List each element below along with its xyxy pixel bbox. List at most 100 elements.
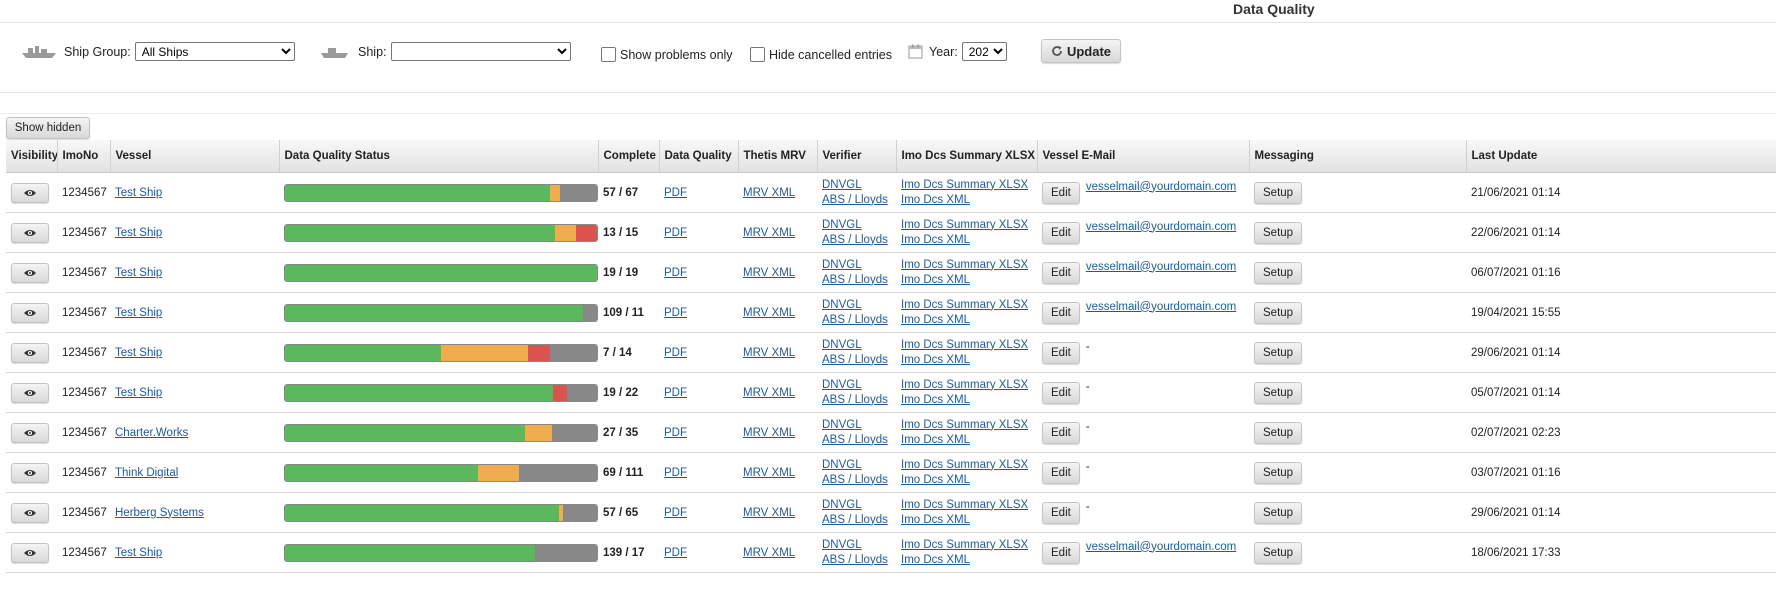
verifier-abs-lloyds-link[interactable]: ABS / Lloyds [822,554,888,566]
verifier-abs-lloyds-link[interactable]: ABS / Lloyds [822,234,888,246]
messaging-setup-button[interactable]: Setup [1254,421,1303,444]
pdf-link[interactable]: PDF [664,387,687,399]
visibility-toggle-button[interactable] [11,262,49,283]
imo-dcs-xml-link[interactable]: Imo Dcs XML [901,234,970,246]
imo-dcs-xml-link[interactable]: Imo Dcs XML [901,434,970,446]
column-header[interactable]: Complete [598,140,660,173]
ship-group-select[interactable]: All Ships [134,42,295,61]
edit-email-button[interactable]: Edit [1042,501,1080,524]
imo-dcs-xlsx-link[interactable]: Imo Dcs Summary XLSX [901,219,1028,231]
visibility-toggle-button[interactable] [11,542,49,563]
imo-dcs-xml-link[interactable]: Imo Dcs XML [901,474,970,486]
vessel-email-link[interactable]: vesselmail@yourdomain.com [1086,301,1236,313]
vessel-link[interactable]: Test Ship [115,547,162,559]
edit-email-button[interactable]: Edit [1042,421,1080,444]
show-problems-checkbox[interactable] [601,47,616,62]
visibility-toggle-button[interactable] [11,462,49,483]
messaging-setup-button[interactable]: Setup [1254,541,1303,564]
column-header[interactable]: Vessel E-Mail [1037,140,1250,173]
imo-dcs-xml-link[interactable]: Imo Dcs XML [901,194,970,206]
edit-email-button[interactable]: Edit [1042,181,1080,204]
verifier-abs-lloyds-link[interactable]: ABS / Lloyds [822,354,888,366]
mrv-xml-link[interactable]: MRV XML [743,467,795,479]
vessel-email-link[interactable]: vesselmail@yourdomain.com [1086,261,1236,273]
verifier-abs-lloyds-link[interactable]: ABS / Lloyds [822,514,888,526]
vessel-link[interactable]: Test Ship [115,227,162,239]
verifier-abs-lloyds-link[interactable]: ABS / Lloyds [822,474,888,486]
pdf-link[interactable]: PDF [664,467,687,479]
imo-dcs-xlsx-link[interactable]: Imo Dcs Summary XLSX [901,299,1028,311]
column-header[interactable]: Data Quality Status [279,140,599,173]
imo-dcs-xml-link[interactable]: Imo Dcs XML [901,554,970,566]
imo-dcs-xlsx-link[interactable]: Imo Dcs Summary XLSX [901,259,1028,271]
show-hidden-button[interactable]: Show hidden [6,117,90,139]
verifier-dnvgl-link[interactable]: DNVGL [822,339,862,351]
vessel-link[interactable]: Herberg Systems [115,507,204,519]
show-problems-filter[interactable]: Show problems only [601,47,733,62]
vessel-email-link[interactable]: vesselmail@yourdomain.com [1086,181,1236,193]
imo-dcs-xlsx-link[interactable]: Imo Dcs Summary XLSX [901,179,1028,191]
vessel-email-link[interactable]: vesselmail@yourdomain.com [1086,221,1236,233]
imo-dcs-xml-link[interactable]: Imo Dcs XML [901,394,970,406]
column-header[interactable]: Visibility [6,140,58,173]
imo-dcs-xml-link[interactable]: Imo Dcs XML [901,314,970,326]
verifier-dnvgl-link[interactable]: DNVGL [822,539,862,551]
verifier-dnvgl-link[interactable]: DNVGL [822,179,862,191]
verifier-abs-lloyds-link[interactable]: ABS / Lloyds [822,394,888,406]
mrv-xml-link[interactable]: MRV XML [743,347,795,359]
update-button[interactable]: Update [1041,39,1121,63]
messaging-setup-button[interactable]: Setup [1254,501,1303,524]
messaging-setup-button[interactable]: Setup [1254,301,1303,324]
mrv-xml-link[interactable]: MRV XML [743,427,795,439]
pdf-link[interactable]: PDF [664,507,687,519]
edit-email-button[interactable]: Edit [1042,341,1080,364]
vessel-link[interactable]: Test Ship [115,267,162,279]
imo-dcs-xlsx-link[interactable]: Imo Dcs Summary XLSX [901,539,1028,551]
messaging-setup-button[interactable]: Setup [1254,461,1303,484]
messaging-setup-button[interactable]: Setup [1254,261,1303,284]
mrv-xml-link[interactable]: MRV XML [743,187,795,199]
verifier-dnvgl-link[interactable]: DNVGL [822,379,862,391]
edit-email-button[interactable]: Edit [1042,221,1080,244]
mrv-xml-link[interactable]: MRV XML [743,267,795,279]
edit-email-button[interactable]: Edit [1042,301,1080,324]
verifier-abs-lloyds-link[interactable]: ABS / Lloyds [822,434,888,446]
vessel-link[interactable]: Test Ship [115,387,162,399]
verifier-dnvgl-link[interactable]: DNVGL [822,219,862,231]
messaging-setup-button[interactable]: Setup [1254,381,1303,404]
imo-dcs-xlsx-link[interactable]: Imo Dcs Summary XLSX [901,419,1028,431]
mrv-xml-link[interactable]: MRV XML [743,547,795,559]
imo-dcs-xml-link[interactable]: Imo Dcs XML [901,274,970,286]
edit-email-button[interactable]: Edit [1042,461,1080,484]
mrv-xml-link[interactable]: MRV XML [743,227,795,239]
messaging-setup-button[interactable]: Setup [1254,181,1303,204]
ship-select[interactable] [390,42,571,61]
hide-cancelled-checkbox[interactable] [750,47,765,62]
vessel-link[interactable]: Test Ship [115,347,162,359]
messaging-setup-button[interactable]: Setup [1254,341,1303,364]
column-header[interactable]: Vessel [110,140,280,173]
visibility-toggle-button[interactable] [11,182,49,203]
pdf-link[interactable]: PDF [664,227,687,239]
imo-dcs-xml-link[interactable]: Imo Dcs XML [901,514,970,526]
mrv-xml-link[interactable]: MRV XML [743,387,795,399]
imo-dcs-xlsx-link[interactable]: Imo Dcs Summary XLSX [901,459,1028,471]
pdf-link[interactable]: PDF [664,347,687,359]
vessel-email-link[interactable]: vesselmail@yourdomain.com [1086,541,1236,553]
imo-dcs-xml-link[interactable]: Imo Dcs XML [901,354,970,366]
column-header[interactable]: ImoNo [57,140,111,173]
verifier-dnvgl-link[interactable]: DNVGL [822,419,862,431]
vessel-link[interactable]: Test Ship [115,187,162,199]
messaging-setup-button[interactable]: Setup [1254,221,1303,244]
verifier-dnvgl-link[interactable]: DNVGL [822,459,862,471]
year-select[interactable]: 2021 [961,42,1007,61]
pdf-link[interactable]: PDF [664,547,687,559]
column-header[interactable]: Data Quality [659,140,739,173]
mrv-xml-link[interactable]: MRV XML [743,307,795,319]
verifier-dnvgl-link[interactable]: DNVGL [822,499,862,511]
vessel-link[interactable]: Test Ship [115,307,162,319]
column-header[interactable]: Verifier [817,140,897,173]
visibility-toggle-button[interactable] [11,222,49,243]
imo-dcs-xlsx-link[interactable]: Imo Dcs Summary XLSX [901,339,1028,351]
visibility-toggle-button[interactable] [11,302,49,323]
